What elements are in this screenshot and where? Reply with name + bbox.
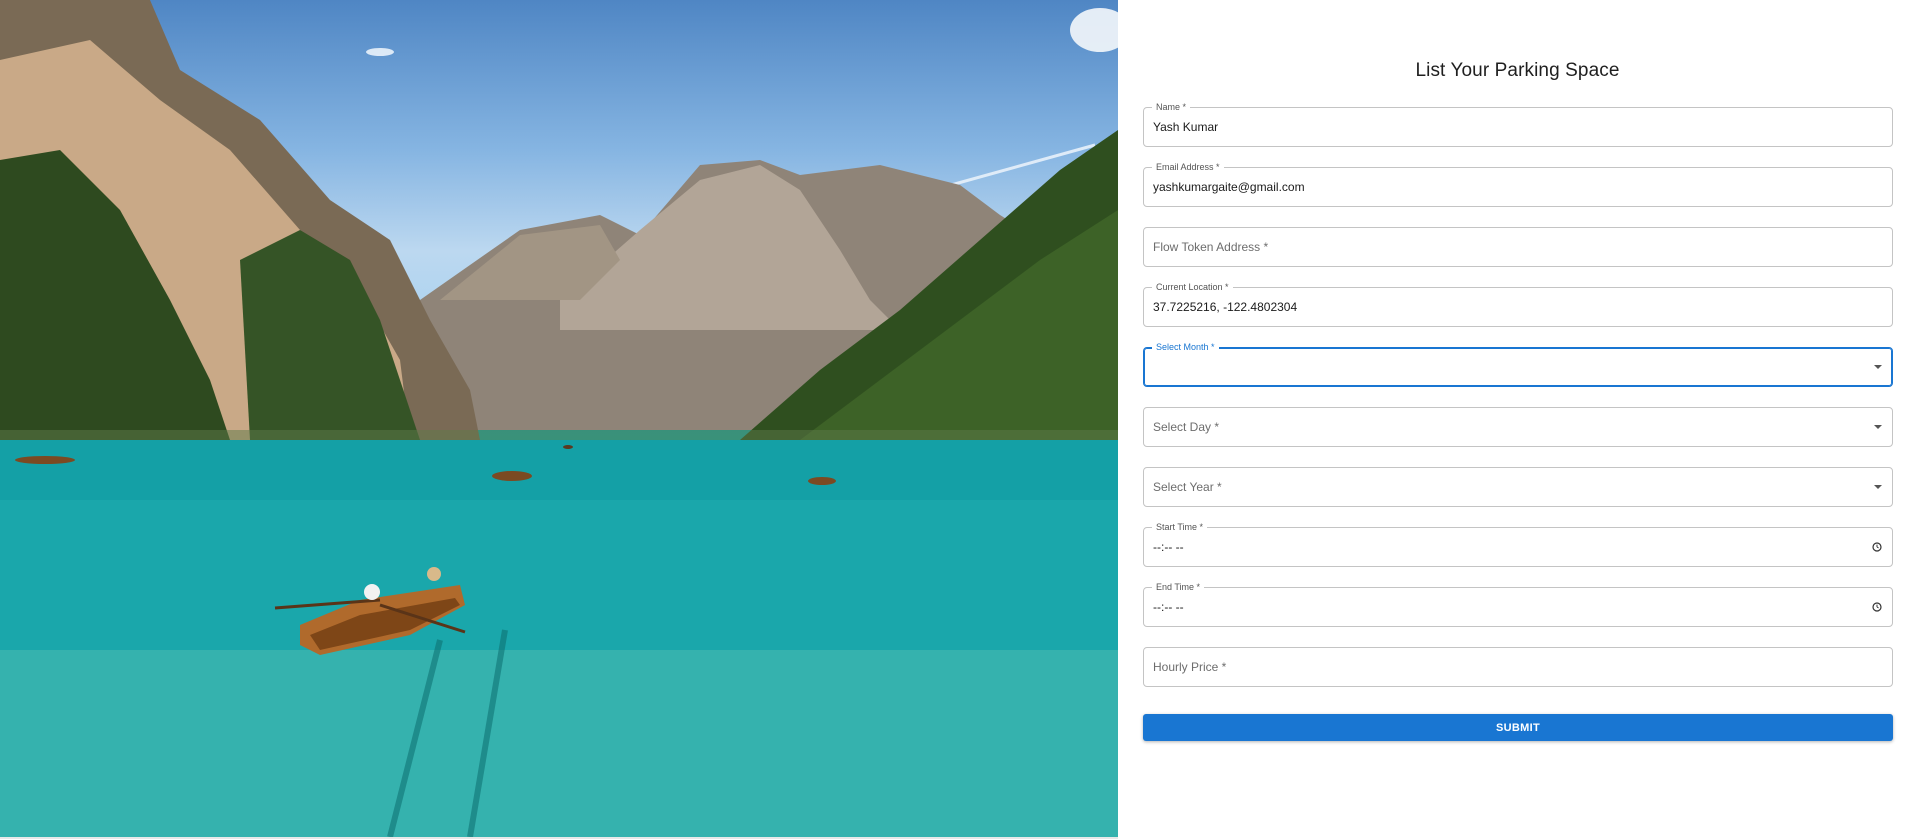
start-time-field[interactable]: Start Time * --:-- --	[1143, 522, 1893, 567]
clock-icon[interactable]	[1872, 542, 1882, 552]
listing-form: List Your Parking Space Name * Yash Kuma…	[1118, 0, 1917, 839]
month-select[interactable]: Select Month *	[1143, 342, 1893, 387]
location-label: Current Location *	[1152, 282, 1233, 293]
location-value[interactable]: 37.7225216, -122.4802304	[1153, 300, 1297, 314]
email-label: Email Address *	[1152, 162, 1224, 173]
email-value[interactable]: yashkumargaite@gmail.com	[1153, 180, 1305, 194]
day-placeholder: Select Day *	[1153, 420, 1220, 434]
hero-image	[0, 0, 1118, 837]
email-field[interactable]: Email Address * yashkumargaite@gmail.com	[1143, 162, 1893, 207]
name-label: Name *	[1152, 102, 1191, 113]
month-label: Select Month *	[1152, 342, 1219, 353]
start-time-value[interactable]: --:-- --	[1153, 540, 1184, 554]
name-value[interactable]: Yash Kumar	[1153, 120, 1218, 134]
chevron-down-icon[interactable]	[1874, 485, 1882, 489]
year-select[interactable]: Select Year *	[1143, 467, 1893, 507]
year-placeholder: Select Year *	[1153, 480, 1222, 494]
hourly-price-placeholder: Hourly Price *	[1153, 660, 1227, 674]
chevron-down-icon[interactable]	[1874, 365, 1882, 369]
end-time-value[interactable]: --:-- --	[1153, 600, 1184, 614]
location-field[interactable]: Current Location * 37.7225216, -122.4802…	[1143, 282, 1893, 327]
chevron-down-icon[interactable]	[1874, 425, 1882, 429]
name-field[interactable]: Name * Yash Kumar	[1143, 102, 1893, 147]
clock-icon[interactable]	[1872, 602, 1882, 612]
hourly-price-field[interactable]: Hourly Price *	[1143, 647, 1893, 687]
lake-landscape-illustration	[0, 0, 1118, 837]
flow-token-field[interactable]: Flow Token Address *	[1143, 227, 1893, 267]
start-time-label: Start Time *	[1152, 522, 1208, 533]
day-select[interactable]: Select Day *	[1143, 407, 1893, 447]
submit-button[interactable]: SUBMIT	[1143, 714, 1893, 741]
page-title: List Your Parking Space	[1415, 60, 1620, 81]
flow-token-placeholder: Flow Token Address *	[1153, 240, 1269, 254]
end-time-label: End Time *	[1152, 582, 1205, 593]
end-time-field[interactable]: End Time * --:-- --	[1143, 582, 1893, 627]
